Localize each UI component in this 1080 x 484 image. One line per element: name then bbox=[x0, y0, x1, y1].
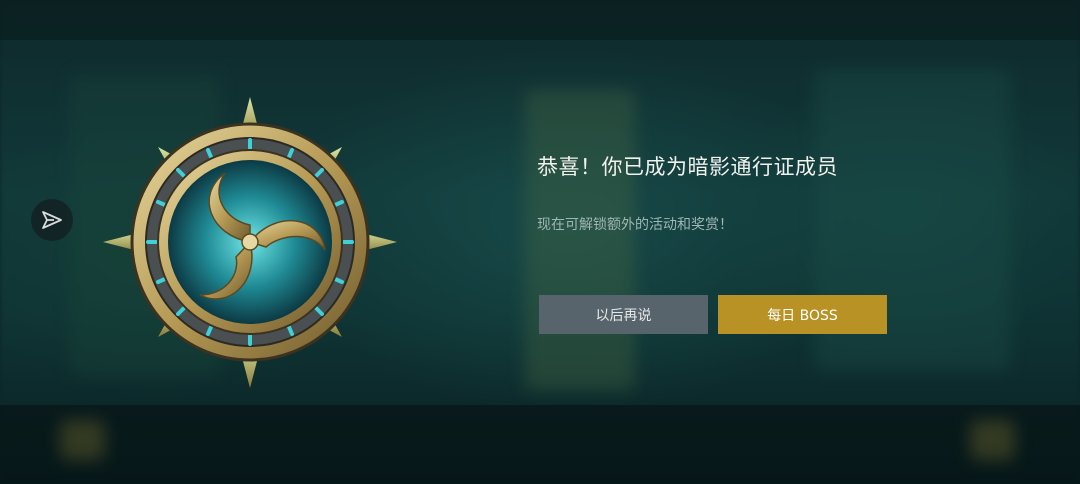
share-button[interactable] bbox=[31, 199, 73, 241]
dialog-title: 恭喜！你已成为暗影通行证成员 bbox=[537, 155, 838, 179]
dialog-subtitle: 现在可解锁额外的活动和奖赏！ bbox=[537, 217, 733, 233]
daily-boss-button[interactable]: 每日 BOSS bbox=[718, 295, 887, 334]
share-arrow-icon bbox=[42, 211, 62, 229]
later-button[interactable]: 以后再说 bbox=[539, 295, 708, 334]
shadow-pass-emblem-icon bbox=[103, 97, 397, 388]
